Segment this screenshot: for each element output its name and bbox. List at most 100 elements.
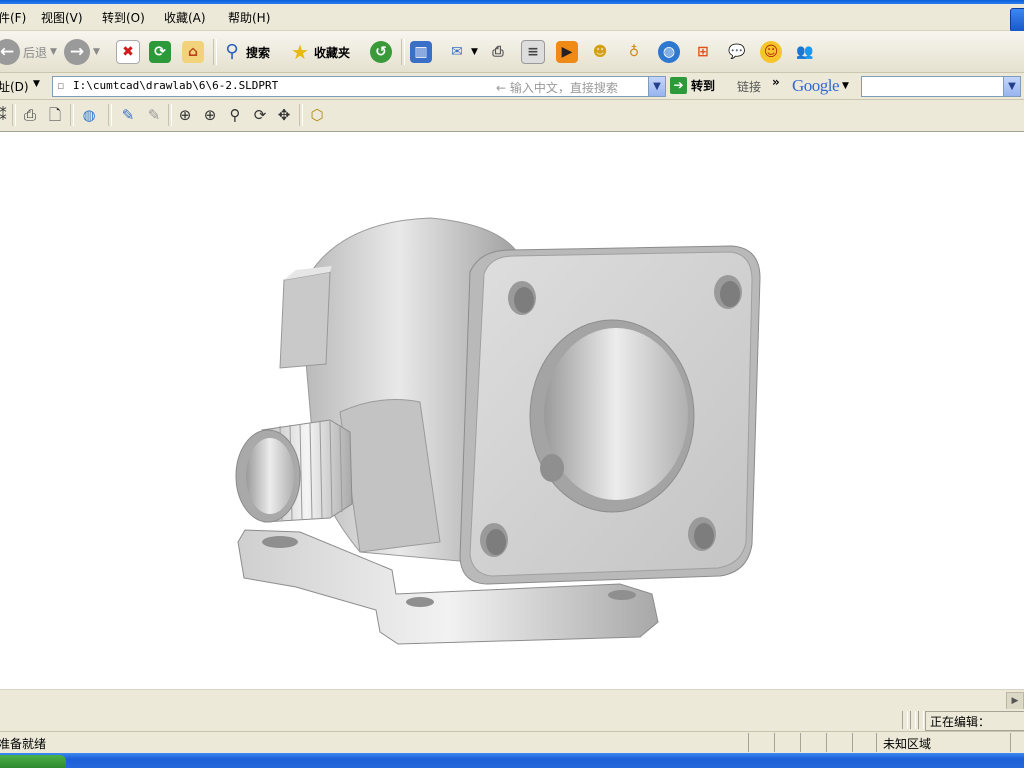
google-search-dropdown-icon[interactable]: ▼	[1003, 77, 1020, 96]
menu-view[interactable]: 视图(V)	[41, 9, 83, 26]
home-button[interactable]: ⌂	[182, 37, 204, 67]
print-tool-icon[interactable]: ⎙	[19, 104, 41, 126]
refresh-button[interactable]: ⟳	[149, 37, 171, 67]
edit-mode-label: 正在编辑：	[930, 715, 991, 729]
back-arrow-icon: ←	[0, 39, 20, 65]
status-cell	[826, 733, 827, 752]
select-tool-icon[interactable]: ✎	[117, 104, 139, 126]
address-search-hint: ← 输入中文，直接搜索	[496, 81, 618, 95]
edit-bar-divider	[910, 711, 916, 729]
forward-button[interactable]: → ▼	[64, 37, 100, 67]
emoticon-button[interactable]: ☺	[760, 37, 782, 67]
mail-button[interactable]: ✉ ▼	[446, 37, 478, 67]
toolbar-separator	[12, 104, 16, 126]
favorites-button[interactable]: ★ 收藏夹	[289, 37, 350, 67]
status-cell	[852, 733, 853, 752]
print-icon: ⎙	[492, 44, 504, 60]
stop-button[interactable]: ✖	[116, 37, 140, 67]
rotate-view-icon[interactable]: ⟳	[249, 104, 271, 126]
menu-goto[interactable]: 转到(O)	[102, 9, 145, 26]
address-url: I:\cumtcad\drawlab\6\6-2.SLDPRT	[73, 79, 279, 92]
globe-button[interactable]: ◍	[658, 37, 680, 67]
chat-button[interactable]: 💬	[726, 37, 748, 67]
zoom-fit-icon[interactable]: ⊕	[174, 104, 196, 126]
research-icon: ▥	[410, 41, 432, 63]
google-logo: Google	[792, 76, 840, 95]
smiley-mail-icon: ☻	[592, 44, 608, 60]
print-button[interactable]: ⎙	[487, 37, 509, 67]
measure-tool-icon[interactable]: ✎	[143, 104, 165, 126]
toolbar-separator	[108, 104, 112, 126]
messenger-button[interactable]: ☻	[589, 37, 611, 67]
status-zone-cell: 未知区域	[876, 733, 931, 752]
toolbar-separator	[168, 104, 172, 126]
toolbar-separator	[213, 39, 217, 65]
status-text: 准备就绪	[0, 737, 47, 751]
start-button[interactable]	[0, 755, 66, 768]
links-label[interactable]: 链接	[737, 78, 761, 95]
mail-dropdown-icon[interactable]: ▼	[471, 47, 478, 57]
windows-button[interactable]: ⊞	[692, 37, 714, 67]
search-button[interactable]: ⚲ 搜索	[221, 37, 270, 67]
zoom-area-icon[interactable]: ⚲	[224, 104, 246, 126]
emoticon-icon: ☺	[760, 41, 782, 63]
page-icon: ▫	[57, 79, 65, 92]
google-dropdown-icon[interactable]: ▼	[842, 81, 849, 91]
edit-icon: ≡	[521, 40, 545, 64]
home-icon: ⌂	[182, 41, 204, 63]
media-play-icon: ▶	[556, 41, 578, 63]
toolbar-separator	[401, 39, 405, 65]
address-bar: 址(D) ▼ ▫ I:\cumtcad\drawlab\6\6-2.SLDPRT…	[0, 73, 1024, 100]
money-bag-button[interactable]: ♁	[623, 37, 645, 67]
star-icon: ★	[291, 40, 309, 64]
web-globe-icon[interactable]: ◍	[78, 104, 100, 126]
pan-view-icon[interactable]: ✥	[273, 104, 295, 126]
model-viewport[interactable]	[0, 132, 1024, 689]
media-button[interactable]: ▶	[556, 37, 578, 67]
status-bar: 准备就绪 未知区域	[0, 731, 1024, 754]
standard-toolbar: ← 后退 ▼ → ▼ ✖ ⟳ ⌂ ⚲ 搜索 ★ 收藏夹 ↺ ▥ ✉ ▼ ⎙ ≡ ▶…	[0, 31, 1024, 73]
menu-bar: 件(F) 视图(V) 转到(O) 收藏(A) 帮助(H)	[0, 4, 1024, 32]
status-cell	[774, 733, 775, 752]
back-dropdown-icon[interactable]: ▼	[50, 47, 57, 57]
history-icon: ↺	[370, 41, 392, 63]
address-dropdown-icon[interactable]: ▼	[648, 77, 665, 96]
favorites-label: 收藏夹	[314, 45, 351, 60]
refresh-icon: ⟳	[149, 41, 171, 63]
address-label-dropdown-icon[interactable]: ▼	[33, 79, 40, 89]
research-button[interactable]: ▥	[410, 37, 432, 67]
menu-help[interactable]: 帮助(H)	[228, 9, 270, 26]
status-cell	[800, 733, 801, 752]
print-preview-icon[interactable]: 🗋	[44, 104, 66, 126]
go-button[interactable]: ➔ 转到	[670, 76, 715, 95]
contacts-icon: 👥	[796, 44, 814, 60]
part-model-3d	[235, 217, 761, 645]
go-arrow-icon: ➔	[670, 77, 687, 94]
google-toolbar-button[interactable]: Google ▼	[792, 76, 849, 96]
toolbar-separator	[299, 104, 303, 126]
forward-dropdown-icon[interactable]: ▼	[93, 47, 100, 57]
contacts-button[interactable]: 👥	[794, 37, 816, 67]
stop-icon: ✖	[116, 40, 140, 64]
chat-bubble-icon: 💬	[728, 44, 746, 60]
forward-arrow-icon: →	[64, 39, 90, 65]
security-zone-text: 未知区域	[883, 737, 932, 751]
google-search-input[interactable]: ▼	[861, 76, 1021, 97]
menu-file[interactable]: 件(F)	[0, 9, 26, 26]
address-input[interactable]: ▫ I:\cumtcad\drawlab\6\6-2.SLDPRT ← 输入中文…	[52, 76, 666, 97]
back-button[interactable]: ← 后退 ▼	[0, 37, 57, 67]
orientation-icon[interactable]: ⬡	[306, 104, 328, 126]
scroll-right-arrow-icon[interactable]: ▶	[1006, 692, 1024, 710]
status-cell	[1010, 733, 1011, 752]
mail-icon: ✉	[451, 44, 463, 60]
links-more-chevron[interactable]: »	[772, 75, 780, 89]
zoom-in-icon[interactable]: ⊕	[199, 104, 221, 126]
edit-status-bar: 正在编辑：	[0, 709, 1024, 731]
edit-bar-divider	[902, 711, 908, 729]
edit-button[interactable]: ≡	[521, 37, 545, 67]
horizontal-scrollbar[interactable]: ▶	[0, 689, 1024, 710]
history-button[interactable]: ↺	[370, 37, 392, 67]
search-label: 搜索	[246, 45, 271, 60]
menu-favorites[interactable]: 收藏(A)	[164, 9, 206, 26]
window-corner-button[interactable]	[1010, 8, 1024, 32]
